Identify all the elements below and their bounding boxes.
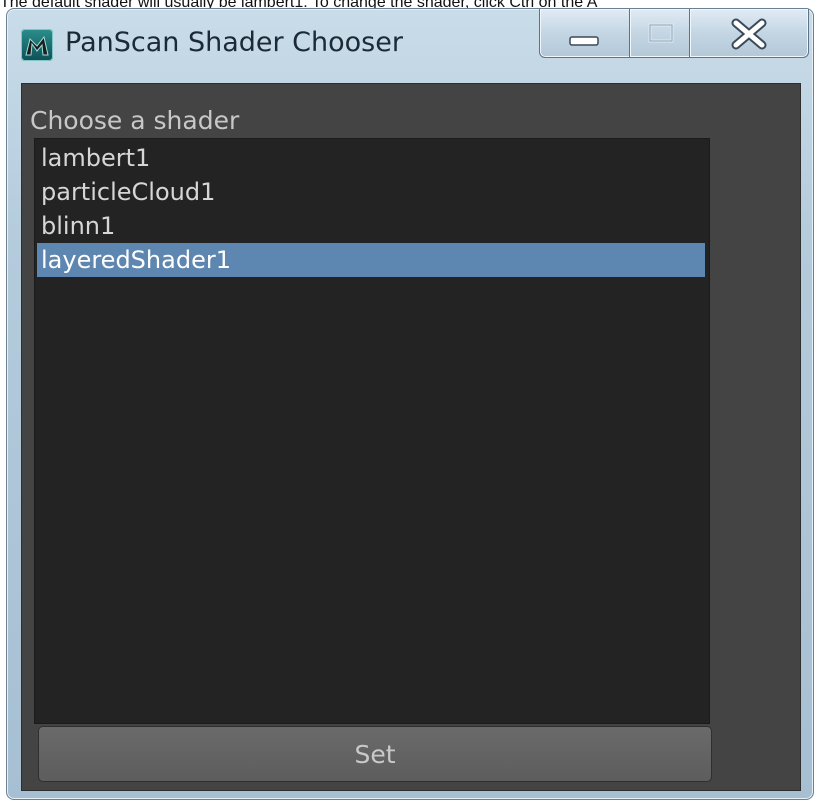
maximize-button[interactable] xyxy=(629,9,691,58)
choose-shader-label: Choose a shader xyxy=(30,106,240,135)
client-area: Choose a shader lambert1 particleCloud1 … xyxy=(21,83,801,791)
title-bar[interactable]: PanScan Shader Chooser xyxy=(7,9,813,81)
app-icon xyxy=(21,29,53,61)
close-icon xyxy=(731,18,767,50)
maximize-icon xyxy=(648,23,674,43)
minimize-button[interactable] xyxy=(539,9,631,58)
shader-list[interactable]: lambert1 particleCloud1 blinn1 layeredSh… xyxy=(34,138,710,724)
shader-item-lambert1[interactable]: lambert1 xyxy=(37,141,705,175)
close-button[interactable] xyxy=(689,9,809,58)
shader-chooser-window: PanScan Shader Chooser Choose a shader l… xyxy=(6,8,814,800)
set-button[interactable]: Set xyxy=(38,726,712,782)
shader-item-particlecloud1[interactable]: particleCloud1 xyxy=(37,175,705,209)
window-controls xyxy=(539,9,809,61)
minimize-icon xyxy=(569,36,599,46)
shader-item-layeredshader1[interactable]: layeredShader1 xyxy=(37,243,705,277)
window-title: PanScan Shader Chooser xyxy=(65,27,403,58)
shader-item-blinn1[interactable]: blinn1 xyxy=(37,209,705,243)
